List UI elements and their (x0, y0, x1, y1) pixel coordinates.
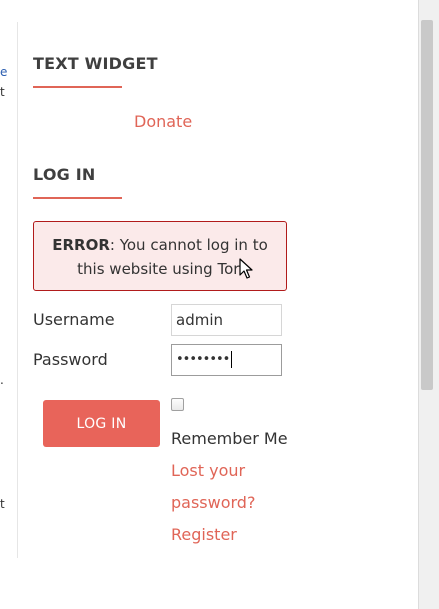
scrollbar-thumb[interactable] (421, 20, 433, 390)
text-widget-title: TEXT WIDGET (33, 54, 158, 73)
remember-me-label: Remember Me (171, 429, 288, 448)
username-label: Username (33, 310, 115, 329)
password-value: •••••••• (176, 352, 230, 367)
sidebar-divider (17, 22, 18, 558)
lost-password-link-line2[interactable]: password? (171, 493, 255, 512)
clipped-text-fragment: e (0, 65, 8, 79)
left-clipped-content: e t . t (0, 0, 17, 609)
donate-link[interactable]: Donate (134, 112, 192, 131)
clipped-text-fragment: . (0, 373, 4, 387)
clipped-text-fragment: t (0, 497, 5, 511)
login-widget-title-underline (33, 197, 122, 199)
text-widget-title-underline (33, 86, 122, 88)
clipped-text-fragment: t (0, 85, 5, 99)
remember-me-checkbox[interactable] (171, 398, 184, 411)
login-button[interactable]: LOG IN (43, 400, 160, 447)
login-widget-title: LOG IN (33, 165, 96, 184)
password-label: Password (33, 350, 108, 369)
error-label: ERROR (52, 236, 110, 254)
lost-password-link-line1[interactable]: Lost your (171, 461, 245, 480)
text-caret (231, 351, 233, 368)
page: e t . t TEXT WIDGET Donate LOG IN ERROR:… (0, 0, 439, 609)
mouse-pointer-icon (239, 258, 253, 279)
error-message: ERROR: You cannot log in to this website… (33, 221, 287, 291)
register-link[interactable]: Register (171, 525, 237, 544)
password-input[interactable]: •••••••• (171, 344, 282, 376)
username-input[interactable] (171, 304, 282, 336)
